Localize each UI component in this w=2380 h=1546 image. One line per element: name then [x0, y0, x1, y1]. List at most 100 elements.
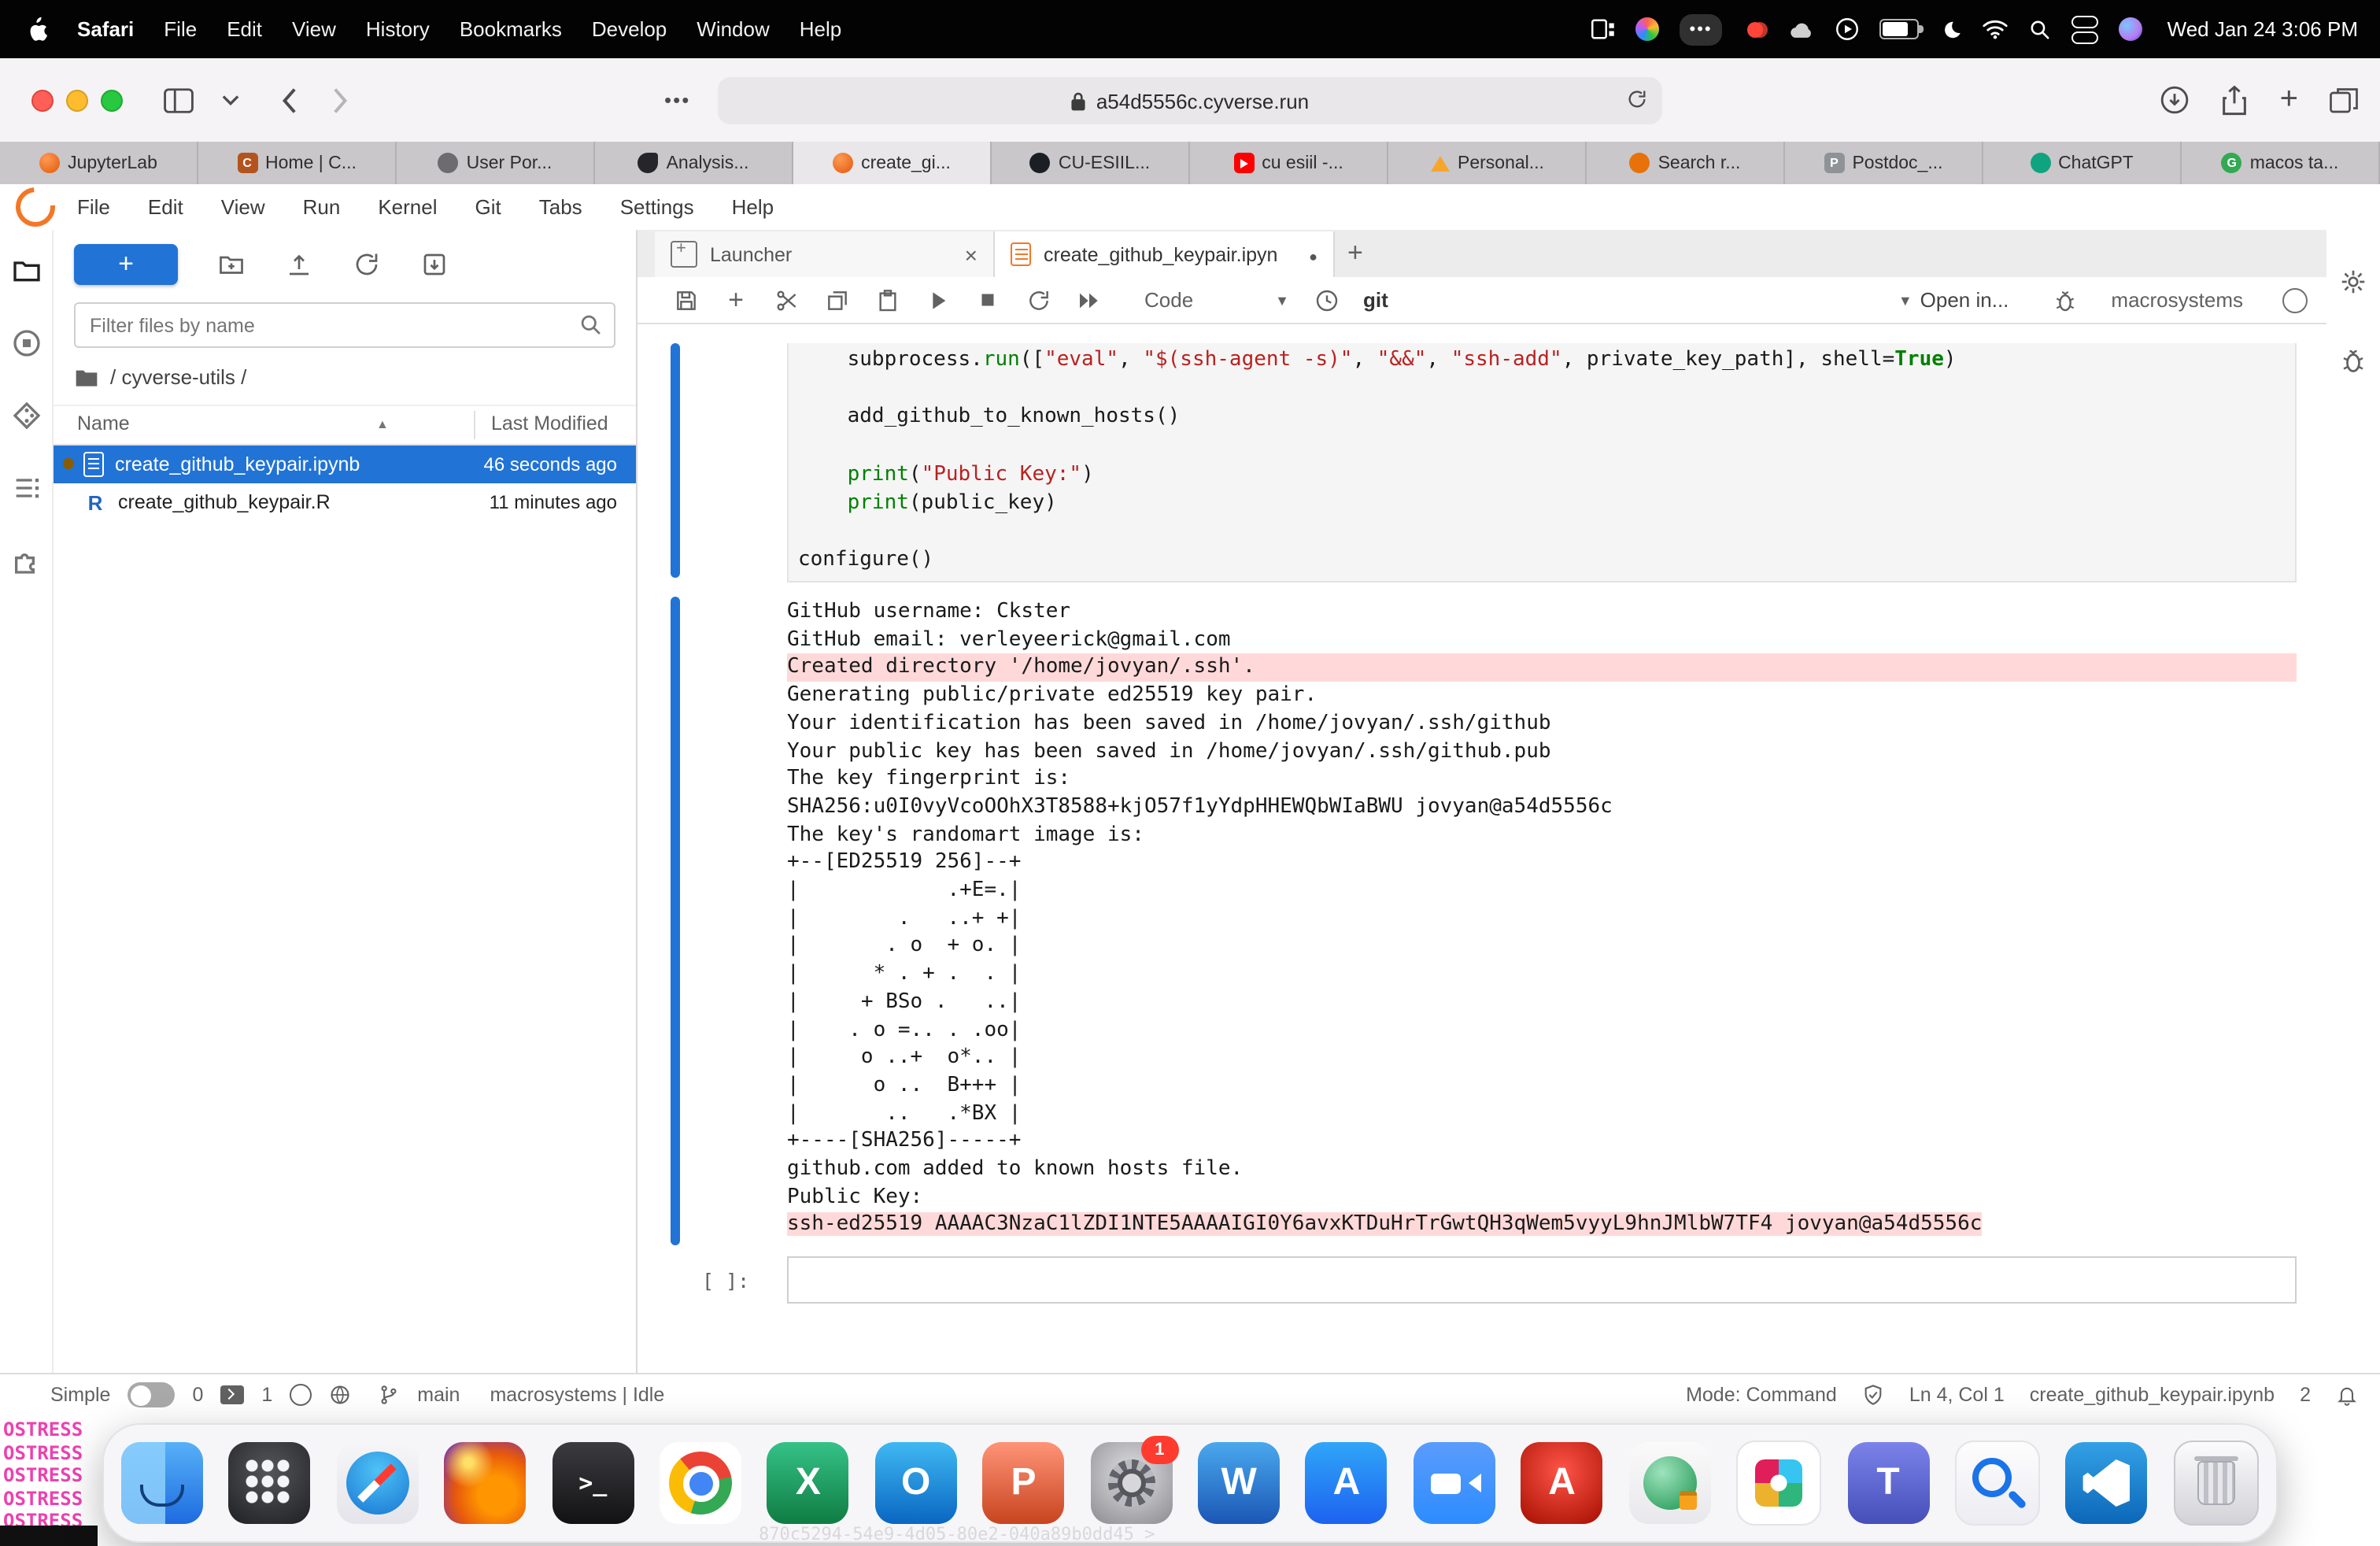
notification-count[interactable]: 2: [2300, 1384, 2311, 1406]
dock-item-terminal[interactable]: [552, 1442, 634, 1524]
restart-run-all-icon[interactable]: [1075, 287, 1102, 313]
git-toolbar-label[interactable]: git: [1363, 288, 1388, 312]
menubar-item[interactable]: File: [164, 17, 197, 41]
dock-item-trash[interactable]: [2173, 1441, 2258, 1526]
close-window-button[interactable]: [31, 89, 54, 111]
new-document-tab-icon[interactable]: [1347, 238, 1363, 269]
cut-cell-icon[interactable]: [773, 287, 800, 313]
safari-tab[interactable]: CU-ESIIL...: [992, 142, 1190, 184]
play-circle-icon[interactable]: [1835, 15, 1859, 43]
safari-tab[interactable]: create_gi...: [793, 142, 992, 184]
jupyterlab-menu-item[interactable]: Git: [475, 195, 501, 219]
zoom-window-button[interactable]: [101, 89, 123, 111]
dock-item-zoom[interactable]: [1414, 1442, 1495, 1524]
safari-tab[interactable]: G macos ta...: [2182, 142, 2380, 184]
cell-type-select[interactable]: Code ▼: [1144, 288, 1289, 312]
kernel-name[interactable]: macrosystems: [2111, 288, 2243, 312]
breadcrumb[interactable]: / cyverse-utils /: [74, 365, 615, 389]
active-cell-collapser[interactable]: [671, 343, 680, 578]
screen-record-icon[interactable]: [1743, 20, 1768, 39]
property-inspector-icon[interactable]: [2339, 268, 2367, 296]
column-modified-header[interactable]: Last Modified: [491, 412, 608, 435]
jupyterlab-menu-item[interactable]: Settings: [620, 195, 694, 219]
reload-icon[interactable]: [1626, 87, 1648, 112]
safari-tab[interactable]: User Por...: [397, 142, 595, 184]
document-tab[interactable]: create_github_keypair.ipyn: [995, 231, 1335, 277]
file-browser-icon[interactable]: [10, 255, 42, 287]
menubar-item[interactable]: Develop: [592, 17, 667, 41]
dock-item-vpn-globe[interactable]: [1628, 1442, 1710, 1524]
new-folder-icon[interactable]: [217, 250, 246, 279]
cloud-icon[interactable]: [1788, 15, 1815, 43]
safari-tab[interactable]: Search r...: [1587, 142, 1785, 184]
close-tab-icon[interactable]: [965, 243, 978, 265]
dock-item-launchpad[interactable]: [229, 1442, 311, 1524]
tab-group-chevron-icon[interactable]: [222, 94, 239, 106]
column-name-header[interactable]: Name: [77, 412, 130, 435]
git-icon[interactable]: [10, 400, 42, 431]
safari-tab[interactable]: C Home | C...: [198, 142, 397, 184]
upload-icon[interactable]: [285, 250, 313, 279]
empty-cell-editor[interactable]: [787, 1256, 2297, 1304]
file-filter-input[interactable]: [76, 314, 579, 336]
safari-tab[interactable]: P Postdoc_...: [1785, 142, 1983, 184]
dock-item-firefox[interactable]: [444, 1442, 526, 1524]
grid-icon[interactable]: [1592, 15, 1616, 43]
debugger-icon[interactable]: [2051, 287, 2078, 313]
kernel-count[interactable]: 1: [261, 1384, 272, 1406]
safari-tab[interactable]: ChatGPT: [1983, 142, 2182, 184]
history-clock-icon[interactable]: [1313, 287, 1340, 313]
paste-cell-icon[interactable]: [874, 287, 900, 313]
address-bar[interactable]: a54d5556c.cyverse.run: [718, 77, 1662, 124]
kernel-status-icon[interactable]: [2282, 287, 2308, 313]
dock-item-settings[interactable]: 1: [1090, 1442, 1172, 1524]
jupyterlab-menu-item[interactable]: View: [221, 195, 265, 219]
menubar-item[interactable]: View: [292, 17, 336, 41]
jupyterlab-menu-item[interactable]: Edit: [148, 195, 183, 219]
dock-item-appstore[interactable]: A: [1306, 1442, 1388, 1524]
status-filename[interactable]: create_github_keypair.ipynb: [2030, 1384, 2275, 1406]
menubar-item[interactable]: Help: [800, 17, 842, 41]
do-not-disturb-icon[interactable]: [1939, 15, 1961, 43]
notebook-scroll-area[interactable]: subprocess.run(["eval", "$(ssh-agent -s)…: [638, 324, 2326, 1373]
output-collapser[interactable]: [671, 597, 680, 1245]
jupyterlab-menu-item[interactable]: Tabs: [539, 195, 582, 219]
dock-item-teams[interactable]: T: [1847, 1442, 1929, 1524]
more-menu-icon[interactable]: •••: [1680, 13, 1722, 45]
new-tab-icon[interactable]: +: [2280, 82, 2298, 118]
jupyterlab-menu-item[interactable]: Kernel: [378, 195, 437, 219]
running-kernels-icon[interactable]: [10, 327, 42, 359]
menubar-item[interactable]: Edit: [227, 17, 262, 41]
back-icon[interactable]: [280, 86, 298, 114]
dock-item-acrobat[interactable]: A: [1521, 1442, 1603, 1524]
menubar-item[interactable]: History: [366, 17, 430, 41]
apple-icon[interactable]: [25, 15, 47, 43]
file-row[interactable]: create_github_keypair.ipynb 46 seconds a…: [54, 446, 636, 483]
tab-overview-icon[interactable]: [2330, 87, 2358, 113]
git-branch-name[interactable]: main: [417, 1384, 460, 1406]
git-clone-icon[interactable]: [420, 250, 449, 279]
restart-kernel-icon[interactable]: [1025, 287, 1051, 313]
run-cell-icon[interactable]: [924, 287, 951, 313]
menubar-item[interactable]: Bookmarks: [460, 17, 562, 41]
dock-item-vscode[interactable]: [2066, 1442, 2148, 1524]
bell-icon[interactable]: [2336, 1384, 2358, 1406]
colors-icon[interactable]: [1636, 17, 1660, 41]
simple-mode-toggle[interactable]: [128, 1382, 175, 1407]
jupyterlab-menu-item[interactable]: Help: [732, 195, 774, 219]
dock-item-finder[interactable]: [121, 1442, 203, 1524]
table-of-contents-icon[interactable]: [10, 472, 42, 504]
dock-item-safari[interactable]: [337, 1442, 419, 1524]
share-icon[interactable]: [2222, 84, 2249, 116]
terminal-count[interactable]: 0: [192, 1384, 203, 1406]
save-icon[interactable]: [672, 287, 699, 313]
add-cell-icon[interactable]: +: [722, 287, 749, 313]
siri-icon[interactable]: [2119, 17, 2142, 41]
file-row[interactable]: R create_github_keypair.R 11 minutes ago: [54, 483, 636, 521]
safari-tab[interactable]: Personal...: [1388, 142, 1587, 184]
safari-tab[interactable]: Analysis...: [595, 142, 793, 184]
dock-item-slack[interactable]: [1736, 1441, 1821, 1526]
sidebar-toggle-icon[interactable]: [164, 87, 194, 113]
refresh-icon[interactable]: [353, 250, 381, 279]
downloads-icon[interactable]: [2160, 85, 2190, 115]
